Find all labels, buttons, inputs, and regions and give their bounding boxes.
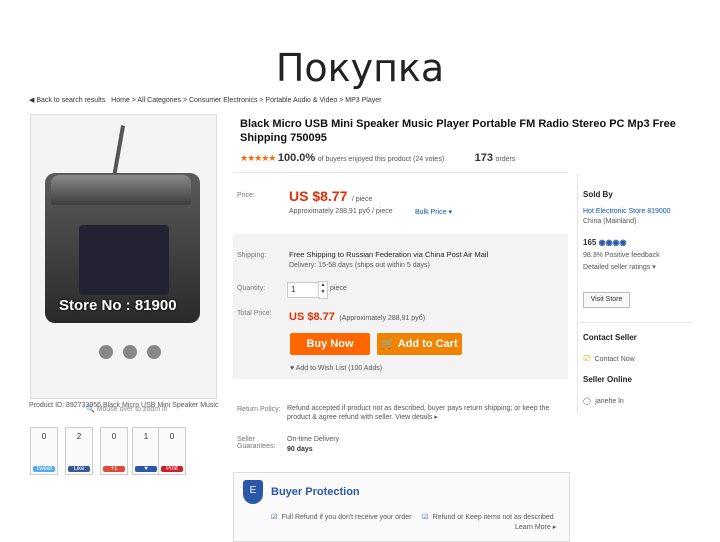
learn-more-link[interactable]: Learn More ▸ xyxy=(515,523,556,531)
quantity-unit: piece xyxy=(330,285,347,292)
favorite-count: 1 xyxy=(143,432,149,441)
check-icon: ☑ xyxy=(421,514,429,521)
guarantee-days: 90 days xyxy=(287,446,313,453)
store-screenshot: ◀ Back to search results Home > All Cate… xyxy=(25,92,697,542)
return-policy-label: Return Policy: xyxy=(237,406,281,413)
shipping-label: Shipping: xyxy=(237,252,267,259)
tweet-count: 0 xyxy=(41,432,47,441)
price-row: US $8.77 / piece xyxy=(289,188,372,206)
price-value: US $8.77 xyxy=(289,188,348,204)
pinit-button[interactable]: Pinit xyxy=(161,466,183,472)
orders-count: 173 xyxy=(474,152,494,164)
plusone-widget[interactable]: 0 +1 xyxy=(100,427,128,475)
divider xyxy=(233,172,568,173)
like-count: 2 xyxy=(76,432,82,441)
store-link[interactable]: Hot Electronic Store 819000 xyxy=(583,208,671,215)
plusone-button[interactable]: +1 xyxy=(103,466,125,472)
speaker-button xyxy=(99,345,113,359)
tweet-widget[interactable]: 0 Tweet xyxy=(30,427,58,475)
quantity-input[interactable]: 1 xyxy=(287,282,320,298)
add-to-cart-button[interactable]: 🛒 Add to Cart xyxy=(377,333,462,355)
positive-feedback: 98.3% Positive feedback xyxy=(583,252,660,259)
category-path[interactable]: Home > All Categories > Consumer Electro… xyxy=(111,97,381,104)
guarantee-text: On-time Delivery xyxy=(287,436,340,443)
contact-seller-heading: Contact Seller xyxy=(583,333,637,342)
seller-online-heading: Seller Online xyxy=(583,375,632,384)
contact-now-link[interactable]: Contact Now xyxy=(595,356,635,363)
chat-icon: ◯ xyxy=(583,398,591,405)
store-watermark: Store No : 81900 xyxy=(59,297,177,314)
price-unit: / piece xyxy=(351,196,373,203)
visit-store-button[interactable]: Visit Store xyxy=(583,292,630,308)
rating-stars: ★★★★★ xyxy=(240,153,276,163)
breadcrumb: ◀ Back to search results Home > All Cate… xyxy=(29,96,385,104)
online-seller-name[interactable]: janehe ln xyxy=(595,398,623,405)
store-location: China (Mainland) xyxy=(583,218,637,225)
buy-now-button[interactable]: Buy Now xyxy=(290,333,370,355)
like-widget[interactable]: 2 Like xyxy=(65,427,93,475)
favorite-button[interactable]: ♥ xyxy=(135,466,157,472)
medal-icon: ◉◉◉◉ xyxy=(598,238,627,247)
delivery-estimate: Delivery: 15-58 days (ships out within 5… xyxy=(289,262,430,269)
orders-label: orders xyxy=(495,156,516,163)
online-seller-row[interactable]: ◯ janehe ln xyxy=(583,390,624,408)
rating-percent: 100.0% xyxy=(277,152,316,164)
partial-refund-text: Refund or Keep items not as described xyxy=(432,514,554,521)
buyer-protection-title: Buyer Protection xyxy=(271,486,360,498)
speaker-button xyxy=(147,345,161,359)
seller-ratings-link[interactable]: Detailed seller ratings ▾ xyxy=(583,263,656,271)
total-label: Total Price: xyxy=(237,310,272,317)
score-value: 165 xyxy=(583,238,597,247)
sold-by-heading: Sold By xyxy=(583,190,613,199)
plusone-count: 0 xyxy=(111,432,117,441)
protection-items: ☑ Full Refund if you don't receive your … xyxy=(271,506,554,524)
rating-row: ★★★★★ 100.0% of buyers enjoyed this prod… xyxy=(240,152,515,164)
bulk-price-link[interactable]: Bulk Price ▾ xyxy=(415,208,452,216)
favorite-widget[interactable]: 1 ♥ xyxy=(132,427,160,475)
slide-title: Покупка xyxy=(275,46,445,90)
rating-note: of buyers enjoyed this product (24 votes… xyxy=(317,156,445,163)
pinit-widget[interactable]: 0 Pinit xyxy=(158,427,186,475)
contact-now-row[interactable]: ☑ Contact Now xyxy=(583,348,635,366)
tweet-button[interactable]: Tweet xyxy=(33,466,55,472)
speaker-display xyxy=(79,225,169,295)
return-policy-text: Refund accepted if product not as descri… xyxy=(287,405,550,421)
total-row: US $8.77 (Approximately 288,91 руб) xyxy=(289,307,425,325)
total-value: US $8.77 xyxy=(289,311,335,323)
like-button[interactable]: Like xyxy=(68,466,90,472)
speaker-button xyxy=(123,345,137,359)
quantity-stepper[interactable]: ▲ ▼ xyxy=(318,281,328,299)
pinit-count: 0 xyxy=(169,432,175,441)
product-id: Product ID: 892733956 Black Micro USB Mi… xyxy=(29,402,219,409)
wishlist-link[interactable]: ♥ Add to Wish List (100 Adds) xyxy=(290,365,382,372)
shipping-value[interactable]: Free Shipping to Russian Federation via … xyxy=(289,250,488,259)
product-title[interactable]: Black Micro USB Mini Speaker Music Playe… xyxy=(240,117,690,145)
seller-score: 165 ◉◉◉◉ xyxy=(583,238,627,247)
shield-icon: E xyxy=(243,480,263,504)
divider xyxy=(580,322,692,323)
speaker-top xyxy=(51,175,191,205)
total-approx: (Approximately 288,91 руб) xyxy=(339,315,426,322)
quantity-label: Quantity: xyxy=(237,285,266,292)
checkbox-icon: ☑ xyxy=(583,354,591,363)
full-refund-text: Full Refund if you don't receive your or… xyxy=(281,514,412,521)
back-link[interactable]: ◀ Back to search results xyxy=(29,97,105,104)
product-image-box[interactable]: Store No : 81900 🔍 Mouse over to zoom in xyxy=(30,114,217,413)
check-icon: ☑ xyxy=(271,514,278,521)
price-approx: Approximately 288,91 руб / piece xyxy=(289,208,393,215)
guarantee-label: Seller Guarantees: xyxy=(237,436,276,450)
price-label: Price: xyxy=(237,192,255,199)
